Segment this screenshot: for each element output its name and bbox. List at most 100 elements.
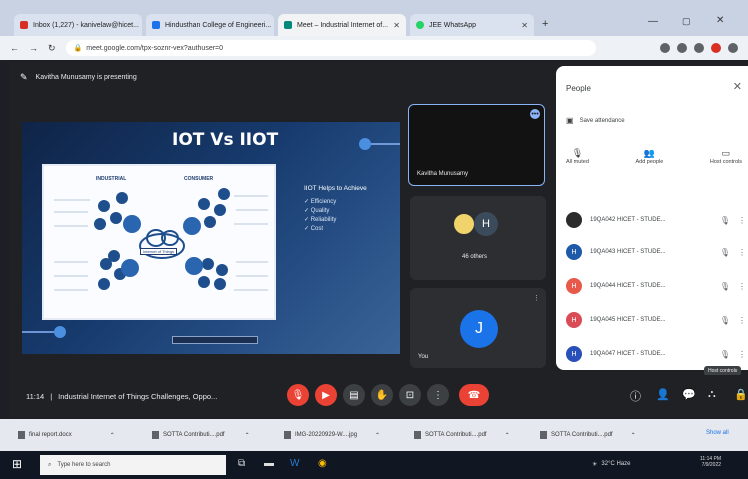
more-options-icon[interactable]: ⋮ [738, 350, 746, 359]
mic-off-icon[interactable]: 🎙 [720, 316, 730, 325]
presenting-text: Kavitha Munusamy is presenting [35, 74, 137, 81]
download-item[interactable]: IMG-20220929-W....jpg ⌃ [284, 431, 380, 439]
mic-off-icon[interactable]: 🎙 [720, 350, 730, 359]
window-close-button[interactable]: ✕ [716, 15, 724, 26]
people-actions: 🎙 All muted 👥 Add people ▭ Host controls [566, 148, 742, 165]
participant-name: 46 others [462, 254, 488, 260]
host-controls-icon: ▭ [721, 148, 731, 158]
microphone-button[interactable]: 🎙 [287, 384, 309, 406]
clock[interactable]: 11:14 PM 7/9/2022 [700, 456, 721, 468]
chevron-up-icon[interactable]: ⌃ [245, 432, 250, 439]
participant-row[interactable]: 19QA042 HICET - STUDE... 🎙 ⋮ [566, 208, 746, 232]
site-icon [152, 21, 160, 29]
search-icon: ⌕ [48, 461, 52, 468]
menu-icon[interactable] [728, 43, 738, 53]
tab-meet[interactable]: Meet – Industrial Internet of... ✕ [278, 14, 406, 36]
close-icon[interactable]: ✕ [733, 80, 742, 93]
download-item[interactable]: SOTTA Contributi....pdf ⌃ [152, 431, 250, 439]
file-icon [414, 431, 421, 439]
mic-off-icon: 🎙 [571, 148, 584, 158]
participant-row[interactable]: H 19QA045 HICET - STUDE... 🎙 ⋮ [566, 308, 746, 332]
chevron-up-icon[interactable]: ⌃ [505, 432, 510, 439]
mic-off-icon: 🎙 [291, 389, 305, 401]
url-field[interactable]: 🔒 meet.google.com/tpx-soznr-vex?authuser… [65, 40, 596, 56]
leave-call-button[interactable]: ☎ [459, 384, 489, 406]
participant-row[interactable]: H 19QA044 HICET - STUDE... 🎙 ⋮ [566, 274, 746, 298]
weather-text: 32°C Haze [601, 461, 631, 467]
reload-icon[interactable]: ↻ [48, 43, 56, 54]
participant-tile-presenter[interactable]: ••• Kavitha Munusamy [408, 104, 545, 186]
mute-all-button[interactable]: 🎙 All muted [566, 148, 589, 165]
word-icon[interactable]: W [290, 458, 299, 469]
participant-tile-others[interactable]: H 46 others [410, 196, 546, 280]
close-icon[interactable]: ✕ [521, 21, 528, 30]
avatar: H [566, 278, 582, 294]
file-icon [284, 431, 291, 439]
more-options-icon[interactable]: ⋮ [738, 316, 746, 325]
more-options-icon[interactable]: ⋮ [533, 294, 540, 302]
meeting-time: 11:14 [26, 392, 45, 401]
profile-avatar[interactable] [711, 43, 721, 53]
show-all-button[interactable]: Show all [706, 430, 729, 436]
raise-hand-button[interactable]: ✋ [371, 384, 393, 406]
extension-icon[interactable] [660, 43, 670, 53]
chevron-up-icon[interactable]: ⌃ [110, 432, 115, 439]
chevron-up-icon[interactable]: ⌃ [375, 432, 380, 439]
participant-tile-self[interactable]: J ⋮ You [410, 288, 546, 368]
url-text: meet.google.com/tpx-soznr-vex?authuser=0 [86, 44, 224, 52]
chrome-icon[interactable]: ◉ [318, 458, 327, 469]
chevron-up-icon[interactable]: ⌃ [631, 432, 636, 439]
lock-icon[interactable]: 🔒 [734, 388, 748, 401]
download-item[interactable]: SOTTA Contributi....pdf ⌃ [414, 431, 510, 439]
people-icon[interactable]: 👤 [656, 388, 670, 401]
more-options-icon[interactable]: ⋮ [738, 216, 746, 225]
new-tab-button[interactable]: + [542, 18, 548, 30]
mic-off-icon[interactable]: 🎙 [720, 216, 730, 225]
download-item[interactable]: final report.docx ⌃ [18, 431, 115, 439]
avatar: H [566, 244, 582, 260]
camera-button[interactable]: ▶ [315, 384, 337, 406]
present-button[interactable]: ⊡ [399, 384, 421, 406]
avatar: H [474, 212, 498, 236]
participant-row[interactable]: H 19QA043 HICET - STUDE... 🎙 ⋮ [566, 240, 746, 264]
close-icon[interactable]: ✕ [393, 21, 400, 30]
minimize-button[interactable]: — [648, 16, 658, 27]
more-options-icon[interactable]: ⋮ [738, 248, 746, 257]
taskbar-search[interactable]: ⌕ Type here to search [40, 455, 226, 475]
diagram-center-label: Internet of Things [140, 248, 178, 255]
save-attendance-button[interactable]: ▣ Save attendance [566, 116, 625, 125]
windows-start-icon[interactable]: ⊞ [12, 457, 22, 471]
tab-whatsapp[interactable]: JEE WhatsApp ✕ [410, 14, 534, 36]
tab-gmail[interactable]: Inbox (1,227) - kanivelaw@hicet... ✕ [14, 14, 142, 36]
hand-icon: ✋ [375, 389, 389, 401]
extension-icon[interactable] [677, 43, 687, 53]
forward-icon[interactable]: → [29, 43, 38, 53]
weather-widget[interactable]: ☀ 32°C Haze [592, 461, 630, 468]
info-icon[interactable]: ⓘ [630, 388, 641, 404]
maximize-button[interactable]: ▢ [682, 16, 691, 27]
file-explorer-icon[interactable]: ▬ [264, 458, 274, 469]
speaking-indicator-icon: ••• [530, 109, 540, 119]
tab-college[interactable]: Hindusthan College of Engineeri... ✕ [146, 14, 274, 36]
add-people-button[interactable]: 👥 Add people [635, 148, 663, 165]
camera-off-icon: ▶ [322, 389, 330, 401]
captions-button[interactable]: ▤ [343, 384, 365, 406]
mic-off-icon[interactable]: 🎙 [720, 248, 730, 257]
extension-icon[interactable] [694, 43, 704, 53]
participant-name: 19QA043 HICET - STUDE... [590, 249, 666, 255]
present-icon: ⊡ [405, 389, 415, 401]
download-label: IMG-20220929-W....jpg [295, 432, 358, 438]
chat-icon[interactable]: 💬 [682, 388, 696, 401]
more-options-icon[interactable]: ⋮ [738, 282, 746, 291]
host-controls-button[interactable]: ▭ Host controls [710, 148, 742, 165]
download-item[interactable]: SOTTA Contributi....pdf ⌃ [540, 431, 636, 439]
activities-icon[interactable]: ⛬ [708, 388, 716, 401]
clock-date: 7/9/2022 [701, 462, 722, 468]
tab-label: Hindusthan College of Engineeri... [165, 21, 272, 29]
mic-off-icon[interactable]: 🎙 [720, 282, 730, 291]
participant-row[interactable]: H 19QA047 HICET - STUDE... 🎙 ⋮ [566, 342, 746, 366]
weather-icon: ☀ [592, 462, 598, 468]
back-icon[interactable]: ← [10, 43, 19, 53]
more-options-button[interactable]: ⋮ [427, 384, 449, 406]
task-view-icon[interactable]: ⧉ [238, 458, 245, 469]
